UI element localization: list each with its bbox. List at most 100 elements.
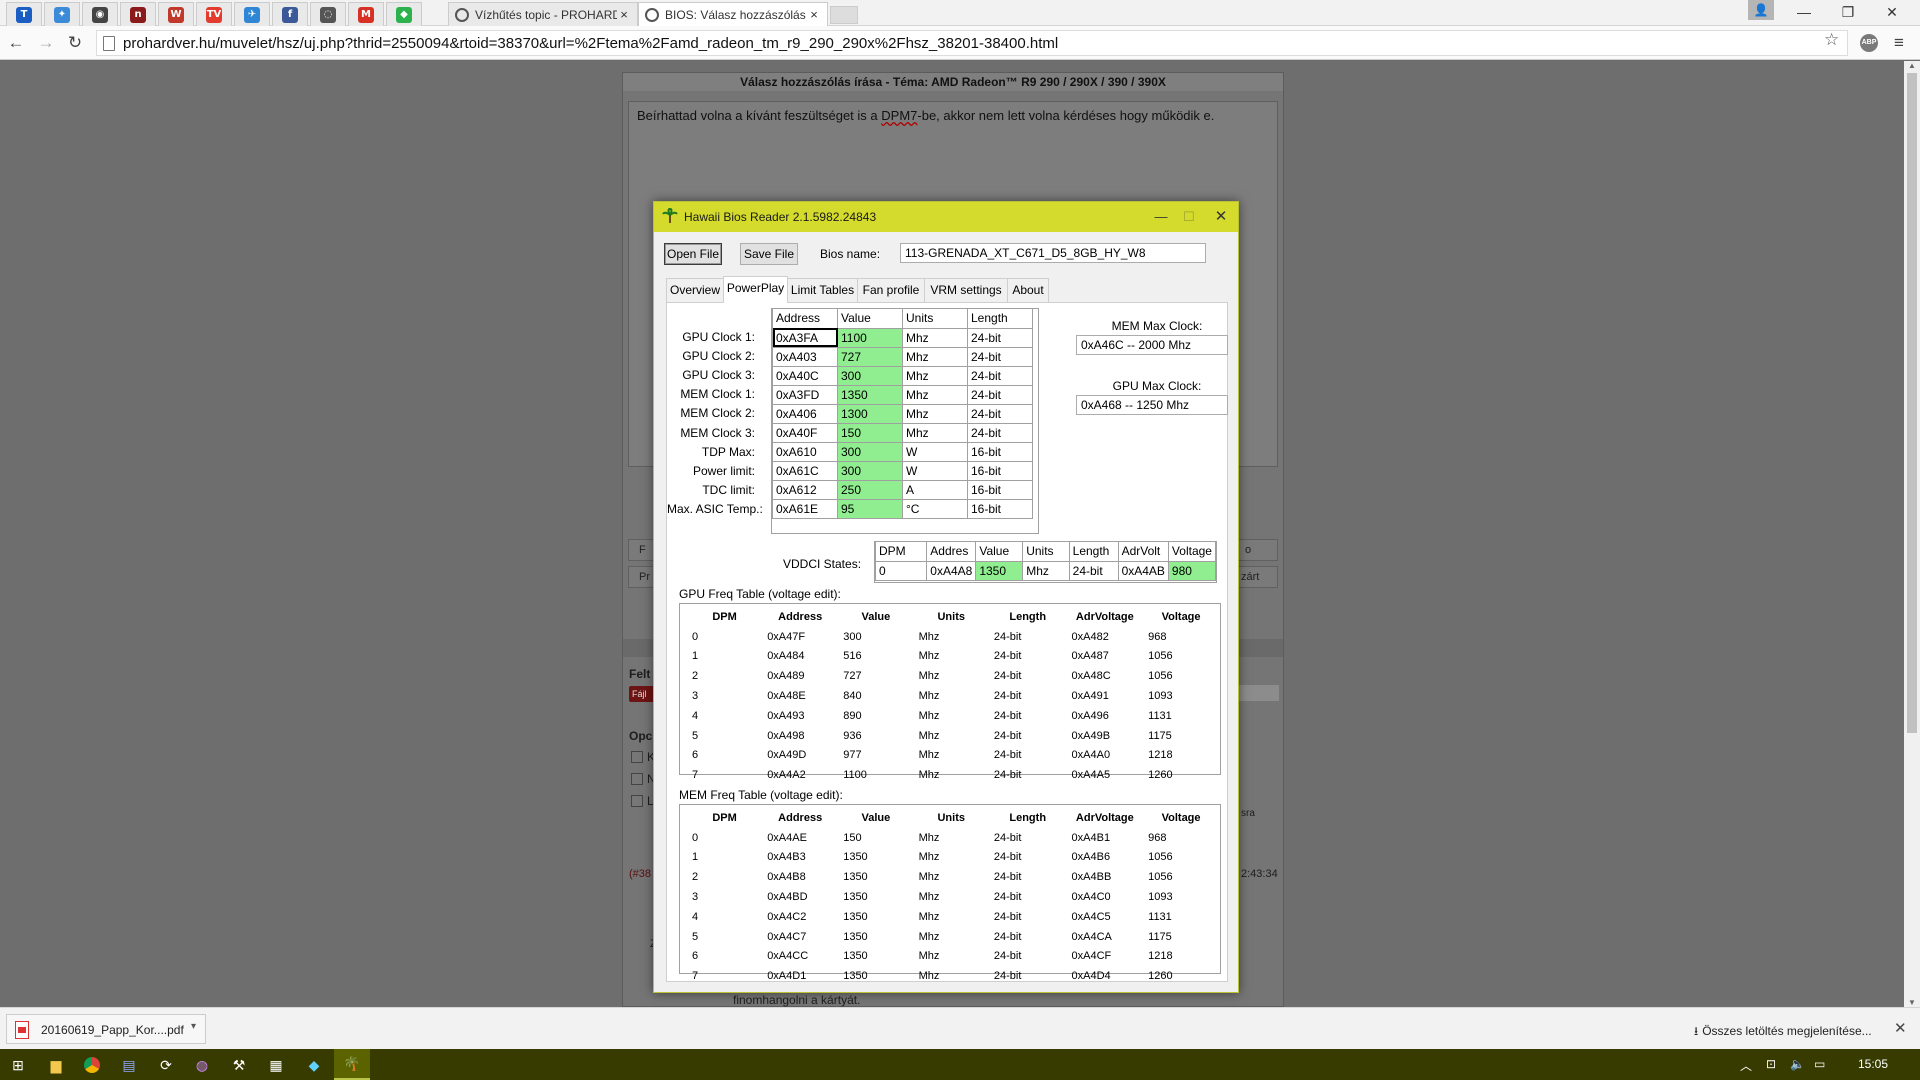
pinned-tab[interactable]: ✦ — [44, 2, 80, 26]
download-item[interactable]: 20160619_Papp_Kor....pdf ▾ — [6, 1014, 206, 1044]
gpu-freq-cell[interactable]: 516 — [839, 648, 912, 666]
scroll-down-icon[interactable]: ▼ — [1908, 998, 1916, 1007]
mem-freq-cell[interactable]: 1350 — [839, 868, 912, 886]
mem-max-clock-field[interactable]: 0xA46C -- 2000 Mhz — [1076, 335, 1228, 355]
powerplay-row[interactable]: 0xA61C 300 W 16-bit — [772, 460, 1033, 481]
app-close-icon[interactable]: ✕ — [1207, 206, 1235, 228]
powerplay-row[interactable]: 0xA612 250 A 16-bit — [772, 479, 1033, 500]
mem-freq-row[interactable]: 2 0xA4B8 1350 Mhz 24-bit 0xA4BB 1056 — [688, 868, 1218, 886]
mem-freq-cell[interactable]: 1350 — [839, 908, 912, 926]
pinned-tab[interactable]: n — [120, 2, 156, 26]
mem-freq-cell[interactable]: 1056 — [1144, 868, 1218, 886]
chevron-down-icon[interactable]: ▾ — [191, 1021, 196, 1032]
vddci-cell[interactable]: 1350 — [975, 560, 1024, 581]
network-icon[interactable]: ⊡ — [1766, 1057, 1776, 1071]
cell-value[interactable]: 1350 — [837, 384, 903, 405]
gpu-freq-row[interactable]: 0 0xA47F 300 Mhz 24-bit 0xA482 968 — [688, 628, 1218, 646]
mem-freq-cell[interactable]: 1350 — [839, 888, 912, 906]
gpu-freq-grid[interactable]: DPM Address Value Units Length AdrVoltage Volt… — [679, 603, 1221, 781]
address-bar[interactable]: prohardver.hu/muvelet/hsz/uj.php?thrid=2… — [96, 30, 1848, 56]
volume-icon[interactable]: 🔈 — [1790, 1057, 1805, 1071]
close-shelf-icon[interactable]: ✕ — [1894, 1019, 1907, 1037]
mem-freq-cell[interactable]: 1350 — [839, 948, 912, 966]
show-all-downloads-link[interactable]: ⭳ Összes letöltés megjelenítése... — [1694, 1022, 1872, 1043]
reload-icon[interactable]: ↻ — [63, 31, 87, 55]
option-checkbox[interactable] — [631, 773, 643, 785]
tab-close-icon[interactable]: × — [807, 7, 821, 22]
powerplay-row[interactable]: 0xA403 727 Mhz 24-bit — [772, 346, 1033, 367]
gpu-freq-cell[interactable]: 1100 — [839, 766, 912, 784]
mem-freq-cell[interactable]: 150 — [839, 829, 912, 847]
mem-freq-cell[interactable]: 1056 — [1144, 849, 1218, 867]
mem-freq-row[interactable]: 3 0xA4BD 1350 Mhz 24-bit 0xA4C0 1093 — [688, 888, 1218, 906]
pinned-tab[interactable]: ◌ — [310, 2, 346, 26]
tab-vrm-settings[interactable]: VRM settings — [924, 278, 1008, 302]
windows-start-icon[interactable]: ⊞ — [6, 1053, 30, 1077]
pinned-tab[interactable]: f — [272, 2, 308, 26]
calculator-icon[interactable]: ▦ — [264, 1053, 288, 1077]
media-icon[interactable]: ▤ — [117, 1053, 141, 1077]
adblock-plus-icon[interactable]: ABP — [1860, 34, 1878, 52]
mem-freq-cell[interactable]: 1218 — [1144, 948, 1218, 966]
gpu-freq-cell[interactable]: 1093 — [1144, 687, 1218, 705]
mem-freq-row[interactable]: 1 0xA4B3 1350 Mhz 24-bit 0xA4B6 1056 — [688, 849, 1218, 867]
tab-close-icon[interactable]: × — [617, 7, 631, 22]
powerplay-row[interactable]: 0xA610 300 W 16-bit — [772, 441, 1033, 462]
option-checkbox[interactable] — [631, 795, 643, 807]
mem-freq-row[interactable]: 7 0xA4D1 1350 Mhz 24-bit 0xA4D4 1260 — [688, 967, 1218, 985]
gpu-max-clock-field[interactable]: 0xA468 -- 1250 Mhz — [1076, 395, 1228, 415]
pinned-tab[interactable]: T — [6, 2, 42, 26]
gpu-freq-row[interactable]: 5 0xA498 936 Mhz 24-bit 0xA49B 1175 — [688, 727, 1218, 745]
pinned-tab[interactable]: ✈ — [234, 2, 270, 26]
gpu-freq-cell[interactable]: 977 — [839, 747, 912, 765]
powerplay-row[interactable]: 0xA3FD 1350 Mhz 24-bit — [772, 384, 1033, 405]
mem-freq-cell[interactable]: 1175 — [1144, 928, 1218, 946]
tab-limit-tables[interactable]: Limit Tables — [787, 278, 858, 302]
gpu-freq-cell[interactable]: 936 — [839, 727, 912, 745]
gpu-freq-row[interactable]: 2 0xA489 727 Mhz 24-bit 0xA48C 1056 — [688, 667, 1218, 685]
powerplay-row[interactable]: 0xA40C 300 Mhz 24-bit — [772, 365, 1033, 386]
gpu-freq-row[interactable]: 1 0xA484 516 Mhz 24-bit 0xA487 1056 — [688, 648, 1218, 666]
tab-bios-reply[interactable]: BIOS: Válasz hozzászólás × — [638, 2, 828, 26]
tray-chevron-icon[interactable]: ︿ — [1740, 1057, 1752, 1074]
tab-powerplay[interactable]: PowerPlay — [723, 276, 788, 303]
app-blue-icon[interactable]: ◆ — [302, 1053, 326, 1077]
cell-value[interactable]: 95 — [837, 498, 903, 519]
gpu-freq-row[interactable]: 3 0xA48E 840 Mhz 24-bit 0xA491 1093 — [688, 687, 1218, 705]
download-file-name[interactable]: 20160619_Papp_Kor....pdf — [41, 1023, 184, 1037]
vddci-grid[interactable]: DPM Addres Value Units Length AdrVolt Voltage … — [874, 541, 1217, 583]
pinned-tab[interactable]: ◉ — [82, 2, 118, 26]
gpu-freq-row[interactable]: 7 0xA4A2 1100 Mhz 24-bit 0xA4A5 1260 — [688, 766, 1218, 784]
bios-name-field[interactable]: 113-GRENADA_XT_C671_D5_8GB_HY_W8 — [900, 243, 1206, 263]
restore-icon[interactable]: ❐ — [1826, 0, 1870, 24]
mem-freq-row[interactable]: 0 0xA4AE 150 Mhz 24-bit 0xA4B1 968 — [688, 829, 1218, 847]
gpu-freq-cell[interactable]: 300 — [839, 628, 912, 646]
mem-freq-cell[interactable]: 1350 — [839, 967, 912, 985]
pinned-tab[interactable]: M — [348, 2, 384, 26]
mem-freq-row[interactable]: 6 0xA4CC 1350 Mhz 24-bit 0xA4CF 1218 — [688, 948, 1218, 966]
powerplay-row[interactable]: 0xA40F 150 Mhz 24-bit — [772, 422, 1033, 443]
mem-freq-cell[interactable]: 1350 — [839, 849, 912, 867]
powerplay-row[interactable]: 0xA61E 95 °C 16-bit — [772, 498, 1033, 519]
cell-value[interactable]: 300 — [837, 460, 903, 481]
gpu-freq-cell[interactable]: 1175 — [1144, 727, 1218, 745]
powerplay-row[interactable]: 0xA406 1300 Mhz 24-bit — [772, 403, 1033, 424]
cell-value[interactable]: 250 — [837, 479, 903, 500]
mem-freq-cell[interactable]: 1093 — [1144, 888, 1218, 906]
gpu-freq-row[interactable]: 4 0xA493 890 Mhz 24-bit 0xA496 1131 — [688, 707, 1218, 725]
gpu-freq-cell[interactable]: 890 — [839, 707, 912, 725]
gpu-freq-cell[interactable]: 1056 — [1144, 648, 1218, 666]
pinned-tab[interactable]: ◆ — [386, 2, 422, 26]
file-button[interactable]: Fájl — [629, 686, 655, 702]
mem-freq-row[interactable]: 5 0xA4C7 1350 Mhz 24-bit 0xA4CA 1175 — [688, 928, 1218, 946]
tab-about[interactable]: About — [1007, 278, 1049, 302]
cell-value[interactable]: 300 — [837, 441, 903, 462]
cell-value[interactable]: 150 — [837, 422, 903, 443]
scrollbar-thumb[interactable] — [1907, 73, 1917, 733]
app-titlebar[interactable]: Hawaii Bios Reader 2.1.5982.24843 — ☐ ✕ — [654, 202, 1238, 232]
pinned-tab[interactable]: W — [158, 2, 194, 26]
app-minimize-icon[interactable]: — — [1147, 206, 1175, 228]
gpu-freq-cell[interactable]: 1056 — [1144, 667, 1218, 685]
gpu-freq-cell[interactable]: 1131 — [1144, 707, 1218, 725]
gpu-freq-cell[interactable]: 1218 — [1144, 747, 1218, 765]
